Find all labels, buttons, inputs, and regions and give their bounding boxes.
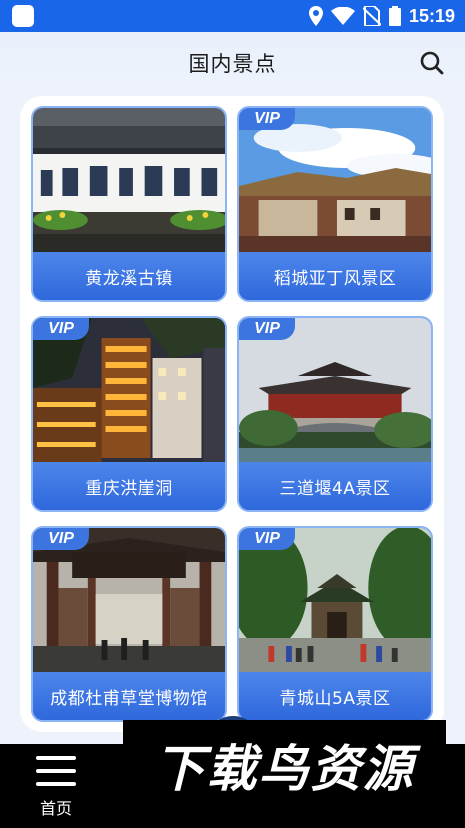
no-sim-icon [362,6,381,26]
location-icon [308,6,323,26]
spot-card-qingchengshan[interactable]: VIP 青城山5A景区 [237,526,433,722]
spot-card-huanglongxi[interactable]: 黄龙溪古镇 [31,106,227,302]
status-bar: 15:19 [0,0,465,32]
nav-home[interactable]: 首页 [26,750,86,826]
status-time: 15:19 [408,5,455,26]
spot-card-sandaoyan[interactable]: VIP 三道堰4A景区 [237,316,433,512]
header: 国内景点 [0,32,465,94]
nav-home-label: 首页 [39,799,72,818]
app-icon [12,5,34,27]
watermark-text: 下载鸟资源 [154,740,415,798]
spot-photo [33,108,225,256]
spot-card-daocheng-yading[interactable]: VIP 稻城亚丁风景区 [237,106,433,302]
spot-photo [239,318,431,466]
spots-panel: 黄龙溪古镇 VIP 稻城亚丁风景区 VIP 重庆洪崖洞 VIP 三道堰4A景区 … [20,96,444,732]
vip-badge: VIP [239,318,295,340]
status-icons: 15:19 [308,5,455,27]
spot-name: 青城山5A景区 [239,672,431,720]
wifi-icon [330,7,355,25]
vip-badge: VIP [239,108,295,130]
spot-card-dufu-caotang[interactable]: VIP 成都杜甫草堂博物馆 [31,526,227,722]
spot-name: 三道堰4A景区 [239,462,431,510]
spot-name: 重庆洪崖洞 [33,462,225,510]
spot-card-hongyadong[interactable]: VIP 重庆洪崖洞 [31,316,227,512]
spot-photo [239,108,431,256]
spot-photo [239,528,431,676]
search-icon[interactable] [419,50,445,76]
vip-badge: VIP [239,528,295,550]
vip-badge: VIP [33,318,89,340]
spot-name: 黄龙溪古镇 [33,252,225,300]
spot-photo [33,318,225,466]
vip-badge: VIP [33,528,89,550]
page-title: 国内景点 [188,52,277,76]
spot-photo [33,528,225,676]
spot-name: 成都杜甫草堂博物馆 [33,672,225,720]
menu-icon [36,756,76,786]
watermark-banner: 下载鸟资源 [123,720,446,810]
battery-icon [388,6,401,26]
spot-name: 稻城亚丁风景区 [239,252,431,300]
